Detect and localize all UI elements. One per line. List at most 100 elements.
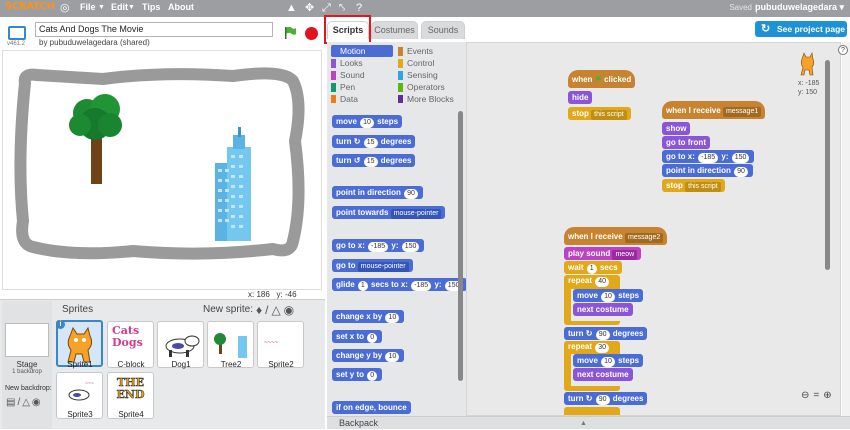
change-y-block[interactable]: change y by 10	[332, 349, 405, 362]
project-title-input[interactable]: Cats And Dogs The Movie	[35, 22, 273, 37]
turn-block[interactable]: turn ↻ 90 degrees	[564, 392, 648, 405]
end-art-text: THE END	[116, 376, 145, 401]
mouse-coords: x: 186 y: -46	[248, 290, 297, 299]
stage-canvas[interactable]	[2, 50, 322, 290]
set-y-block[interactable]: set y to 0	[332, 368, 383, 381]
tab-sounds[interactable]: Sounds	[421, 21, 465, 39]
grow-icon[interactable]: ⤢	[322, 2, 331, 14]
sprite-corner-icon	[800, 52, 815, 76]
sprite-label: Tree2	[220, 360, 242, 369]
user-menu[interactable]: pubuduwelagedara ▾	[755, 2, 844, 13]
category-operators[interactable]: Operators	[398, 82, 445, 92]
stop-icon[interactable]	[305, 27, 318, 40]
play-sound-block[interactable]: play sound meow	[564, 247, 642, 260]
stop-block[interactable]: stop this script	[662, 179, 725, 192]
stop-block[interactable]: stop this script	[568, 107, 631, 120]
help-icon[interactable]: ?	[838, 45, 848, 55]
wait-block[interactable]: wait 1 secs	[564, 261, 622, 274]
chevron-up-icon: ▲	[580, 420, 587, 427]
zoom-controls[interactable]: ⊖=⊕	[801, 390, 836, 401]
sprite-y: y: 150	[798, 89, 818, 96]
info-icon[interactable]: i	[56, 320, 65, 329]
turn-left-block[interactable]: turn ↺ 15 degrees	[332, 154, 416, 167]
script-area[interactable]: when ⚑ clicked hide stop this script whe…	[466, 42, 841, 416]
category-motion[interactable]: Motion	[331, 45, 393, 57]
point-towards-block[interactable]: point towards mouse-pointer	[332, 206, 446, 219]
stage-thumbnail[interactable]	[5, 323, 49, 357]
category-looks[interactable]: Looks	[331, 58, 363, 68]
change-x-block[interactable]: change x by 10	[332, 310, 405, 323]
sprite-label: Dog1	[171, 360, 191, 369]
sprite-label: Sprite3	[67, 410, 93, 419]
palette-scrollbar[interactable]	[458, 111, 463, 381]
stage-label: Stage	[16, 360, 38, 369]
category-pen[interactable]: Pen	[331, 82, 355, 92]
go-to-front-block[interactable]: go to front	[662, 136, 710, 149]
show-block[interactable]: show	[662, 122, 691, 135]
next-costume-block[interactable]: next costume	[573, 368, 633, 381]
set-x-block[interactable]: set x to 0	[332, 330, 383, 343]
refresh-icon: ↻	[761, 23, 771, 35]
glide-block[interactable]: glide 1 secs to x: -185 y: 150	[332, 278, 466, 291]
mouse-y: -46	[284, 290, 297, 299]
backpack-bar[interactable]: Backpack ▲	[327, 416, 850, 429]
category-events[interactable]: Events	[398, 46, 433, 56]
help-icon[interactable]: ?	[356, 2, 362, 14]
see-project-page-label: See project page	[777, 24, 846, 34]
goto-xy-block[interactable]: go to x: -185 y: 150	[662, 150, 755, 163]
mouse-x: 186	[256, 290, 270, 299]
tree-trunk	[91, 136, 102, 184]
fullscreen-icon[interactable]	[8, 26, 26, 40]
new-sprite-tools[interactable]: ♦/△◉	[256, 303, 297, 317]
point-direction-block[interactable]: point in direction 90	[662, 164, 753, 177]
goto-block[interactable]: go to mouse-pointer	[332, 259, 413, 272]
next-costume-block[interactable]: next costume	[573, 303, 633, 316]
sprite-label: C-block	[117, 360, 145, 369]
stage-cell: Stage 1 backdrop New backdrop: ▤/△◉	[2, 301, 52, 429]
delete-icon[interactable]: ✥	[305, 2, 314, 14]
sprites-header: Sprites	[62, 304, 94, 315]
duplicate-icon[interactable]: ▲	[286, 2, 297, 14]
globe-icon[interactable]: ◎	[60, 2, 70, 14]
zoom-out-icon[interactable]: ⊖	[801, 390, 813, 401]
saved-status: Saved	[729, 3, 752, 12]
stage-drawing	[14, 67, 305, 260]
see-project-page-button[interactable]: ↻ See project page	[755, 21, 847, 37]
script-scrollbar[interactable]	[825, 60, 830, 270]
tips-menu[interactable]: Tips	[142, 2, 160, 12]
when-flag-clicked-block[interactable]: when ⚑ clicked	[568, 70, 636, 88]
category-sound[interactable]: Sound	[331, 70, 365, 80]
highlight-box	[324, 15, 371, 44]
green-flag-icon[interactable]	[283, 26, 297, 40]
project-byline: by pubuduwelagedara (shared)	[39, 38, 150, 47]
file-menu[interactable]: File	[80, 2, 96, 12]
chevron-down-icon: ▼	[128, 4, 135, 11]
hide-block[interactable]: hide	[568, 91, 593, 104]
category-control[interactable]: Control	[398, 58, 434, 68]
move-steps-block[interactable]: move 10 steps	[573, 354, 644, 367]
repeat-block[interactable]	[564, 407, 620, 415]
backdrop-tools[interactable]: ▤/△◉	[6, 397, 43, 408]
sprite-label: Sprite1	[67, 360, 93, 369]
zoom-reset-icon[interactable]: =	[813, 390, 823, 401]
bounce-block[interactable]: if on edge, bounce	[332, 401, 411, 414]
tab-costumes[interactable]: Costumes	[371, 21, 418, 39]
backpack-label: Backpack	[339, 418, 379, 428]
menu-bar: SCRATCH ◎ File ▼ Edit ▼ Tips About ▲ ✥ ⤢…	[0, 0, 850, 17]
script-scroll-track	[842, 42, 850, 416]
shrink-icon[interactable]: ⤣	[339, 2, 345, 14]
sprite-x: x: -185	[798, 80, 820, 87]
turn-right-block[interactable]: turn ↻ 15 degrees	[332, 135, 416, 148]
edit-menu[interactable]: Edit	[111, 2, 128, 12]
category-sensing[interactable]: Sensing	[398, 70, 438, 80]
point-direction-block[interactable]: point in direction 90	[332, 186, 423, 199]
turn-block[interactable]: turn ↻ 90 degrees	[564, 327, 648, 340]
move-steps-block[interactable]: move 10 steps	[573, 289, 644, 302]
when-receive-message1-block[interactable]: when I receive message1	[662, 101, 766, 119]
goto-xy-block[interactable]: go to x: -185 y: 150	[332, 239, 425, 252]
move-steps-block[interactable]: move 10 steps	[332, 115, 403, 128]
scratch-logo[interactable]: SCRATCH	[5, 1, 55, 16]
when-receive-message2-block[interactable]: when I receive message2	[564, 227, 668, 245]
zoom-in-icon[interactable]: ⊕	[823, 390, 835, 401]
about-menu[interactable]: About	[168, 2, 194, 12]
